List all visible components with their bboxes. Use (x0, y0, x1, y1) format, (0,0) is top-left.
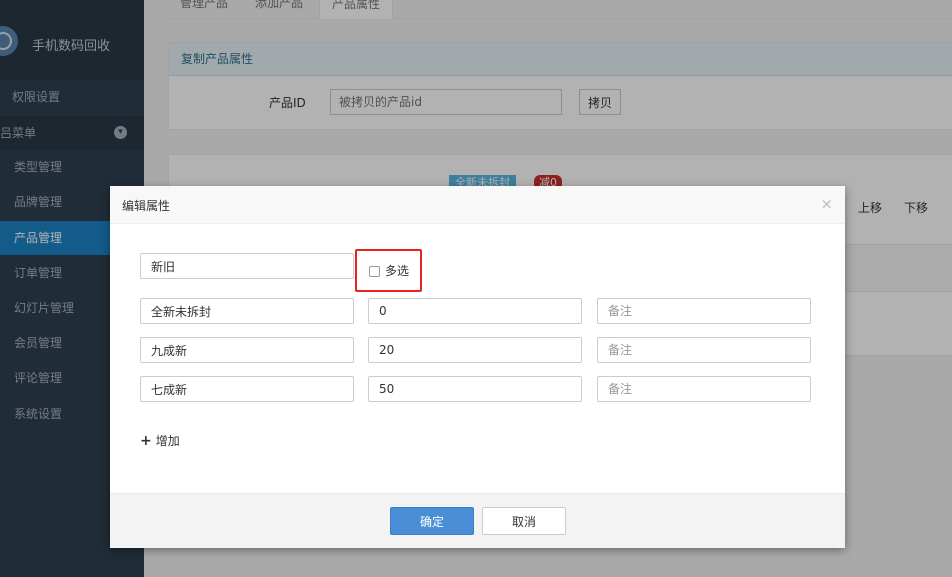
plus-icon: + (140, 433, 152, 449)
multi-select-highlight: 多选 (355, 249, 422, 292)
confirm-button[interactable]: 确定 (390, 507, 474, 535)
add-option-label: 增加 (155, 434, 180, 448)
multi-select-checkbox[interactable] (369, 266, 380, 277)
option-name-input[interactable] (140, 298, 354, 324)
edit-attribute-dialog: 编辑属性 × 多选 +增加 确定 取消 (110, 186, 845, 548)
close-icon[interactable]: × (820, 195, 833, 213)
cancel-button[interactable]: 取消 (482, 507, 566, 535)
option-name-input[interactable] (140, 337, 354, 363)
option-note-input[interactable] (597, 337, 811, 363)
option-note-input[interactable] (597, 298, 811, 324)
dialog-title: 编辑属性 (122, 199, 171, 213)
dialog-header: 编辑属性 × (110, 186, 845, 224)
option-price-input[interactable] (368, 337, 582, 363)
add-option-button[interactable]: + 增加 (140, 432, 180, 449)
option-note-input[interactable] (597, 376, 811, 402)
option-price-input[interactable] (368, 298, 582, 324)
option-name-input[interactable] (140, 376, 354, 402)
dialog-footer: 确定 取消 (110, 493, 845, 548)
option-price-input[interactable] (368, 376, 582, 402)
attribute-name-input[interactable] (140, 253, 354, 279)
multi-select-label[interactable]: 多选 (385, 262, 409, 279)
